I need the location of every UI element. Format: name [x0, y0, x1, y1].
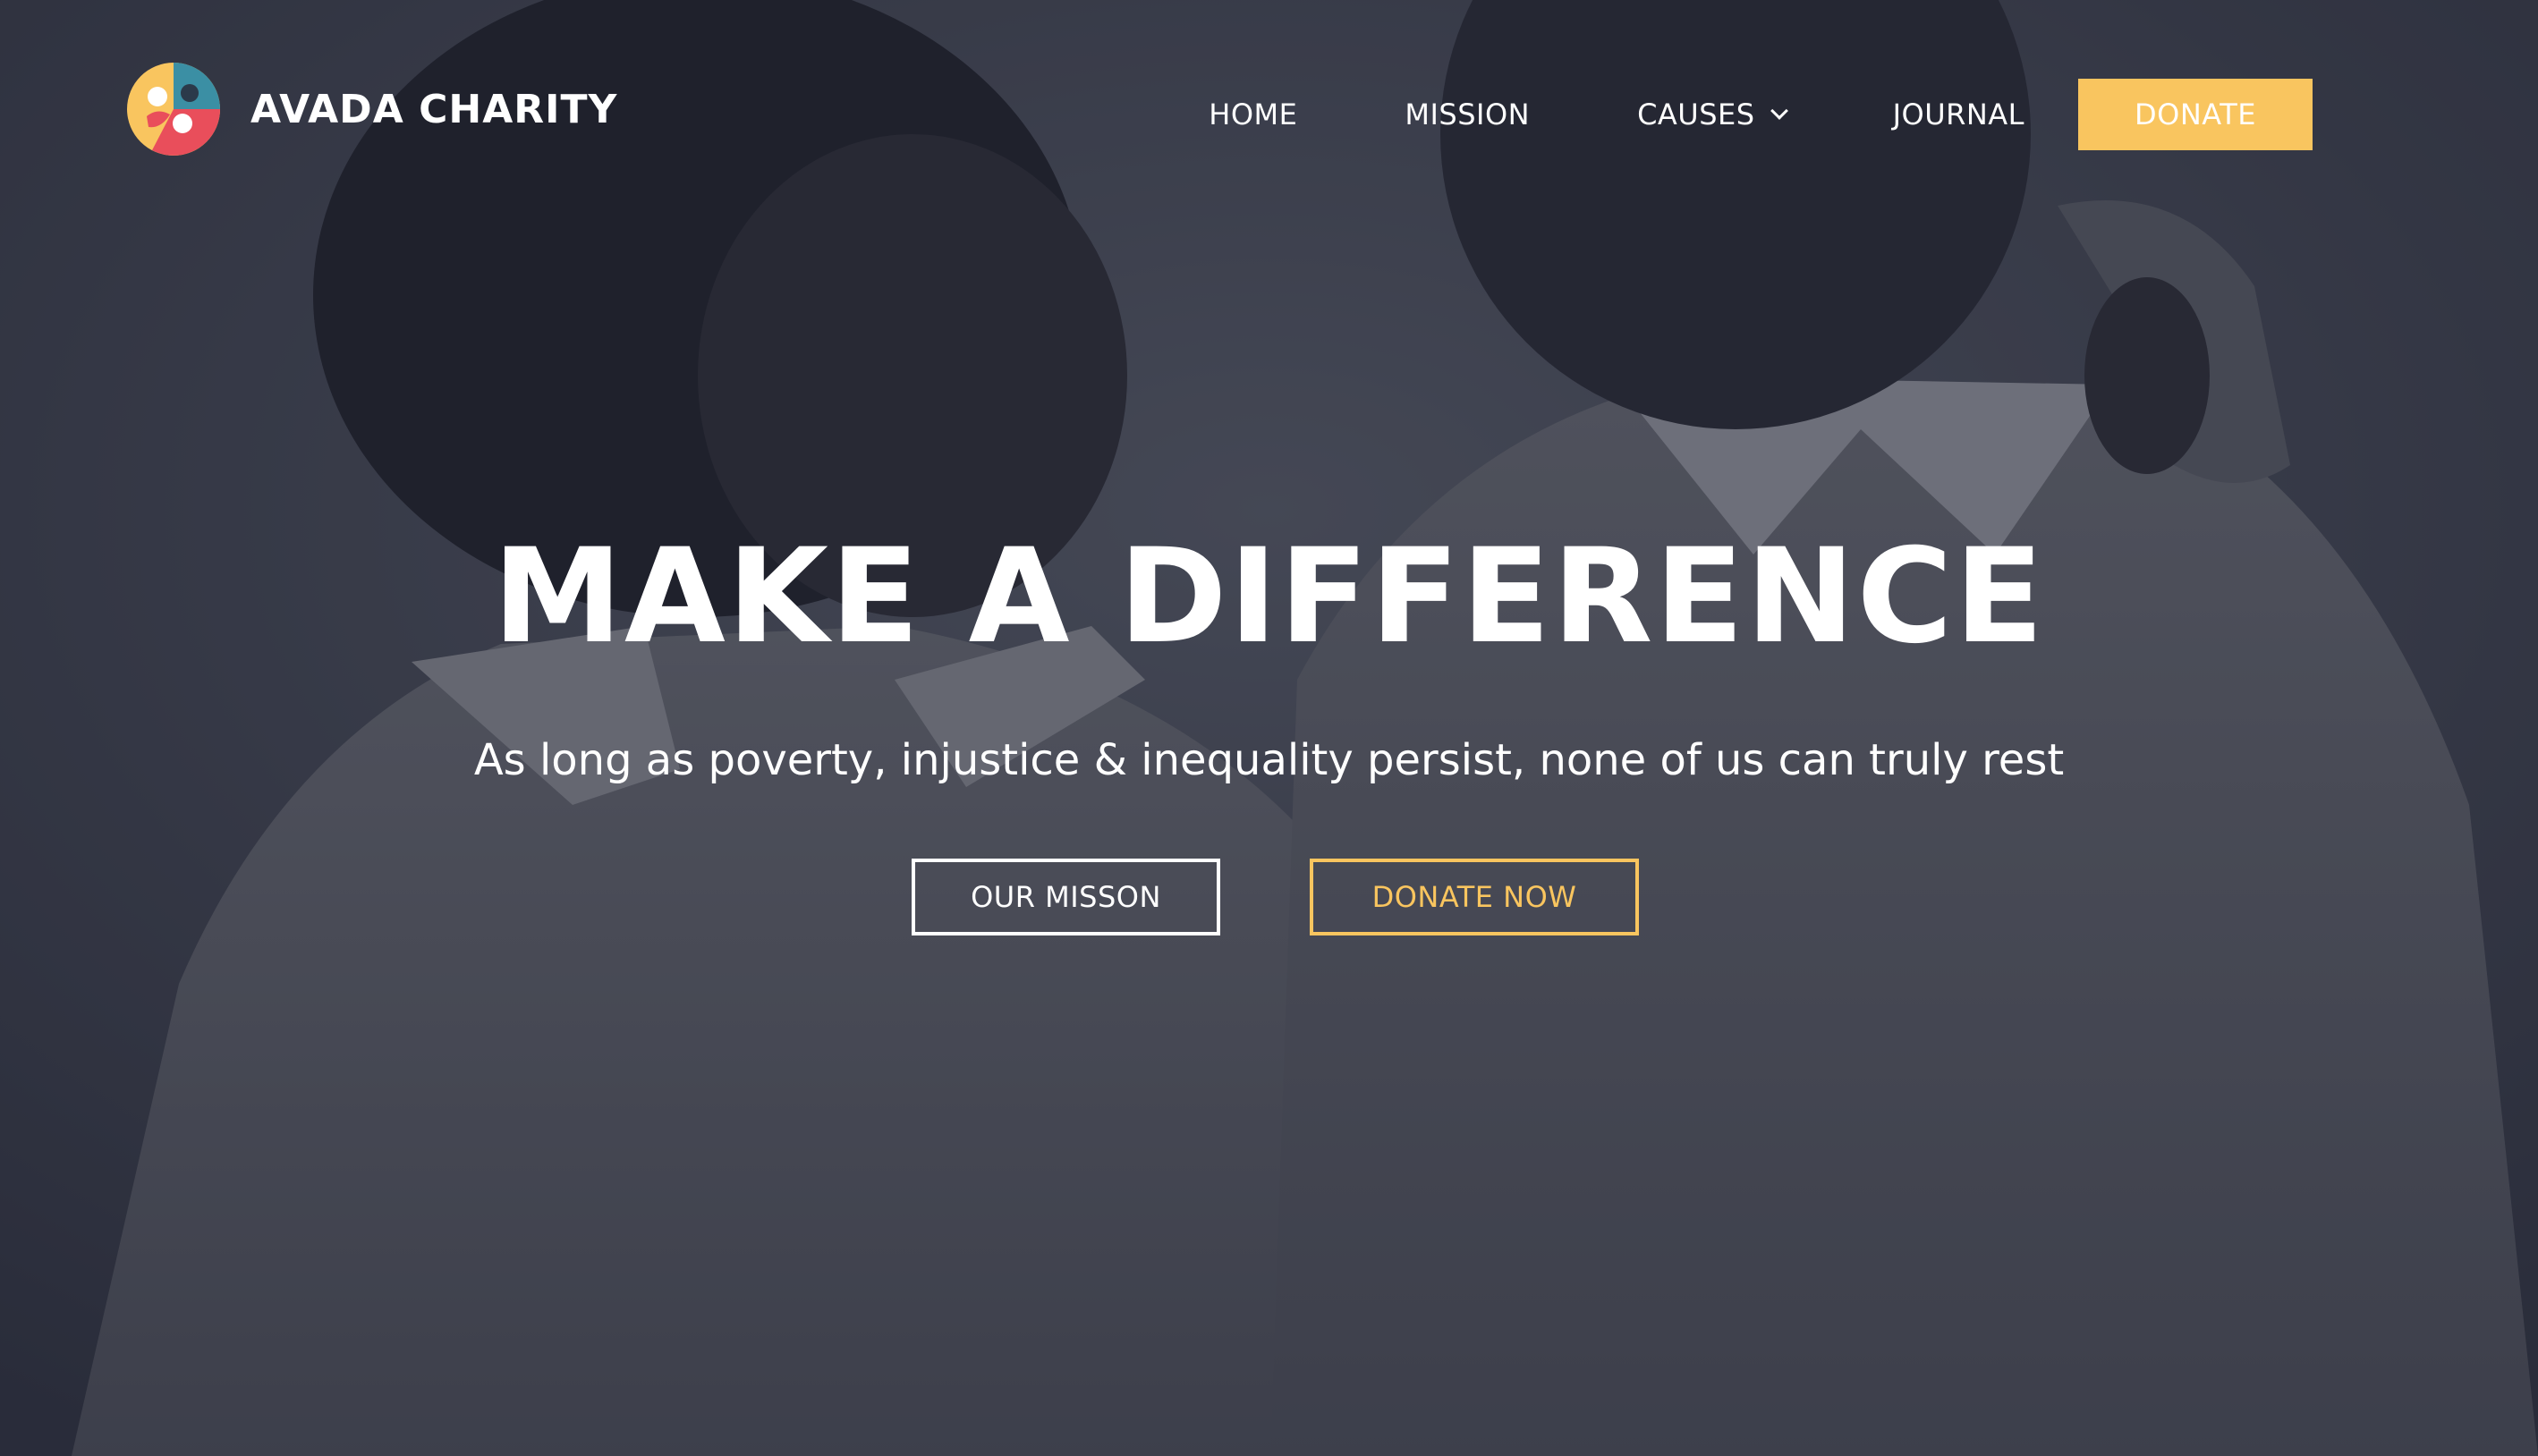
people-circle-logo-icon — [127, 63, 220, 156]
hero-section: AVADA CHARITY HOME MISSION CAUSES JOURNA… — [0, 0, 2538, 1456]
hero-headline: MAKE A DIFFERENCE — [492, 521, 2046, 673]
main-nav: HOME MISSION CAUSES JOURNAL DONATE — [1155, 79, 2313, 150]
nav-item-label: HOME — [1209, 97, 1298, 131]
donate-button[interactable]: DONATE — [2078, 79, 2313, 150]
hero-cta-group: OUR MISSON DONATE NOW — [0, 859, 2538, 935]
brand-name: AVADA CHARITY — [250, 86, 618, 132]
our-mission-button[interactable]: OUR MISSON — [912, 859, 1220, 935]
donate-now-button[interactable]: DONATE NOW — [1310, 859, 1639, 935]
hero-subline: As long as poverty, injustice & inequali… — [473, 735, 2065, 785]
site-logo[interactable]: AVADA CHARITY — [125, 61, 617, 157]
nav-item-label: JOURNAL — [1892, 97, 2024, 131]
nav-item-label: MISSION — [1405, 97, 1531, 131]
nav-item-label: CAUSES — [1637, 97, 1755, 131]
chevron-down-icon — [1770, 102, 1788, 120]
nav-item-home[interactable]: HOME — [1155, 97, 1351, 131]
nav-item-journal[interactable]: JOURNAL — [1839, 97, 2078, 131]
nav-item-causes[interactable]: CAUSES — [1583, 97, 1839, 131]
nav-item-mission[interactable]: MISSION — [1351, 97, 1583, 131]
hero-overlay — [0, 0, 2538, 1456]
